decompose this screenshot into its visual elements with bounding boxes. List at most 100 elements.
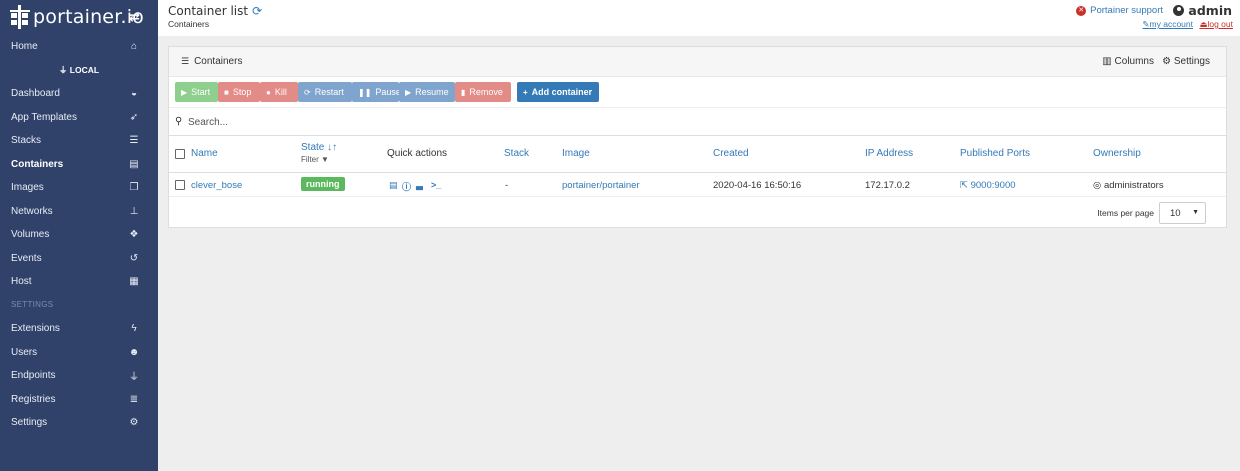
th-list-icon: ☰	[129, 135, 139, 146]
columns-icon: ▥	[1102, 56, 1112, 67]
server-icon: ▤	[129, 159, 139, 170]
kill-button[interactable]: ● Kill	[260, 82, 298, 102]
sidebar: portainer.io ⇄ Home ⌂ ⏚ LOCAL Dashboard …	[0, 0, 158, 471]
sidebar-item-users[interactable]: Users ☻	[0, 341, 158, 364]
wrench-icon: ✎	[1142, 19, 1150, 29]
user-menu: admin	[1173, 3, 1232, 18]
column-image[interactable]: Image	[562, 148, 590, 159]
sidebar-item-home[interactable]: Home ⌂	[0, 35, 158, 58]
column-published-ports[interactable]: Published Ports	[960, 148, 1030, 159]
cogs-icon: ⚙	[129, 417, 139, 428]
logs-icon[interactable]: ▤	[389, 180, 398, 191]
items-per-page-label: Items per page	[1097, 208, 1154, 218]
table-settings-button[interactable]: ⚙ Settings	[1162, 56, 1210, 67]
published-port-link[interactable]: ⇱ 9000:9000	[960, 180, 1016, 191]
start-button[interactable]: ▶ Start	[175, 82, 218, 102]
resume-button[interactable]: ▶ Resume	[399, 82, 455, 102]
column-state[interactable]: State ↓↑	[301, 142, 337, 153]
plus-icon: +	[523, 87, 528, 97]
sidebar-item-host[interactable]: Host ▦	[0, 270, 158, 293]
containers-panel: ☰ Containers ▥ Columns ⚙ Settings ▶ Start…	[168, 46, 1227, 228]
stop-button[interactable]: ■ Stop	[218, 82, 260, 102]
items-per-page-select[interactable]: 10 ▼	[1159, 202, 1206, 224]
filter-icon: ▼	[321, 155, 329, 164]
sidebar-toggle-icon[interactable]: ⇄	[129, 9, 140, 25]
portainer-logo-icon	[10, 5, 30, 29]
column-quick-actions: Quick actions	[387, 148, 448, 159]
remove-button[interactable]: ▮ Remove	[455, 82, 511, 102]
search-icon: ⚲	[175, 116, 183, 127]
server-icon: ☰	[181, 56, 190, 66]
container-name-link[interactable]: clever_bose	[191, 180, 242, 191]
sidebar-item-settings[interactable]: Settings ⚙	[0, 411, 158, 434]
sidebar-item-extensions[interactable]: Extensions ϟ	[0, 317, 158, 340]
history-icon: ↺	[129, 253, 139, 264]
page-title: Container list ⟳	[168, 4, 263, 18]
play-icon: ▶	[405, 87, 412, 97]
user-circle-icon	[1173, 5, 1185, 16]
image-link[interactable]: portainer/portainer	[562, 180, 640, 191]
column-ownership[interactable]: Ownership	[1093, 148, 1141, 159]
sidebar-item-endpoints[interactable]: Endpoints ⏚	[0, 364, 158, 387]
rocket-icon: ➶	[129, 112, 139, 123]
sidebar-item-images[interactable]: Images ❐	[0, 176, 158, 199]
clone-icon: ❐	[129, 182, 139, 193]
stack-value: -	[505, 180, 509, 191]
bomb-icon: ●	[266, 87, 271, 97]
ip-value: 172.17.0.2	[865, 180, 910, 191]
info-icon[interactable]: ⓘ	[402, 180, 411, 193]
plug-icon: ⏚	[58, 65, 68, 75]
pause-icon: ❚❚	[358, 87, 372, 97]
users-icon: ☻	[128, 347, 140, 358]
actions-toolbar: ▶ Start ■ Stop ● Kill ⟳ Restart ❚❚ Pause ▶ Res…	[169, 77, 1226, 108]
columns-button[interactable]: ▥ Columns	[1102, 56, 1154, 67]
row-checkbox[interactable]	[175, 180, 185, 190]
page-header: Container list ⟳ Containers ✕ Portainer s…	[158, 0, 1240, 36]
cubes-icon: ❖	[129, 229, 139, 240]
plug-icon: ⏚	[129, 372, 139, 383]
eye-slash-icon: ◎	[1093, 180, 1102, 191]
ownership-value: ◎ administrators	[1093, 180, 1164, 191]
status-badge: running	[301, 177, 345, 191]
sidebar-item-stacks[interactable]: Stacks ☰	[0, 129, 158, 152]
search-bar: ⚲	[169, 108, 1226, 136]
stop-icon: ■	[224, 87, 229, 97]
tachometer-icon: ◒	[130, 88, 138, 99]
panel-title: ☰ Containers	[181, 56, 243, 67]
column-created[interactable]: Created	[713, 148, 749, 159]
column-stack[interactable]: Stack	[504, 148, 529, 159]
panel-heading: ☰ Containers ▥ Columns ⚙ Settings	[169, 47, 1226, 77]
table-row: clever_bose running ▤ ⓘ ▃ >_ - portainer…	[169, 173, 1226, 197]
log-out-link[interactable]: ⏏log out	[1199, 19, 1233, 30]
column-ip-address[interactable]: IP Address	[865, 148, 913, 159]
sidebar-item-events[interactable]: Events ↺	[0, 247, 158, 270]
pagination-footer: Items per page 10 ▼	[169, 197, 1226, 227]
th-icon: ▦	[129, 276, 139, 287]
sidebar-item-networks[interactable]: Networks ⊥	[0, 200, 158, 223]
search-input[interactable]	[188, 113, 488, 131]
stats-icon[interactable]: ▃	[416, 180, 423, 191]
support-link[interactable]: ✕ Portainer support	[1076, 5, 1163, 16]
pause-button[interactable]: ❚❚ Pause	[352, 82, 401, 102]
play-icon: ▶	[181, 87, 188, 97]
column-name[interactable]: Name	[191, 148, 218, 159]
restart-button[interactable]: ⟳ Restart	[298, 82, 352, 102]
refresh-icon[interactable]: ⟳	[252, 4, 262, 18]
sidebar-item-registries[interactable]: Registries ≣	[0, 388, 158, 411]
select-all-checkbox[interactable]	[175, 149, 185, 159]
state-filter[interactable]: Filter ▼	[301, 155, 329, 164]
external-link-icon: ⇱	[960, 180, 968, 191]
sidebar-item-app-templates[interactable]: App Templates ➶	[0, 106, 158, 129]
sidebar-item-containers[interactable]: Containers ▤	[0, 153, 158, 176]
console-icon[interactable]: >_	[431, 180, 441, 190]
my-account-link[interactable]: ✎my account	[1142, 19, 1193, 30]
sort-icon: ↓↑	[327, 142, 338, 153]
sidebar-item-dashboard[interactable]: Dashboard ◒	[0, 82, 158, 105]
sitemap-icon: ⊥	[129, 206, 139, 217]
table-header: Name State ↓↑ Filter ▼ Quick actions Sta…	[169, 136, 1226, 173]
sidebar-item-volumes[interactable]: Volumes ❖	[0, 223, 158, 246]
brand-name: portainer.io	[33, 6, 145, 28]
created-value: 2020-04-16 16:50:16	[713, 180, 802, 191]
caret-down-icon: ▼	[1192, 209, 1199, 216]
add-container-button[interactable]: + Add container	[517, 82, 599, 102]
